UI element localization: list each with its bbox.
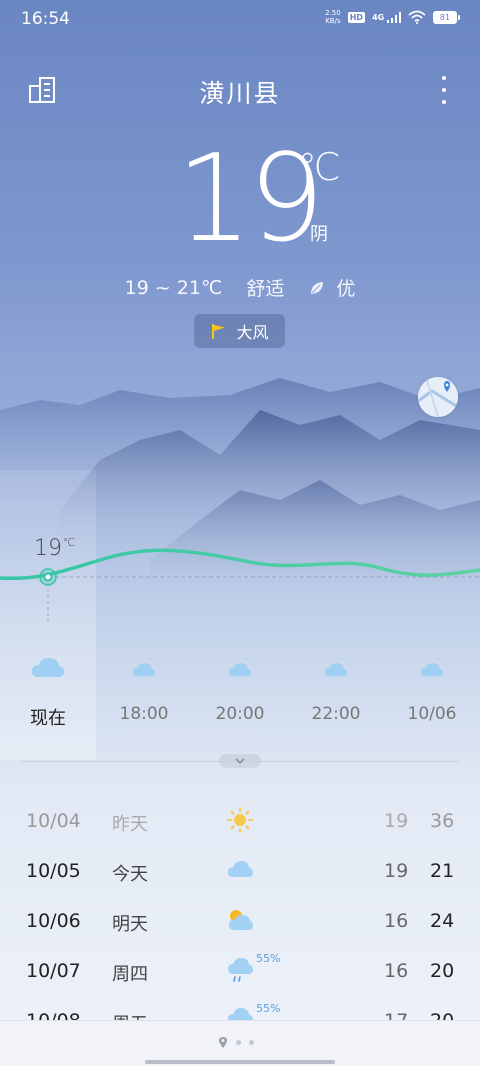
page-dot — [249, 1040, 254, 1045]
signal-label: 4G — [372, 12, 385, 22]
signal-icon: 4G — [372, 11, 401, 23]
precipitation-probability: 55% — [256, 1002, 281, 1015]
temp-range: 19 ~ 21℃ — [124, 276, 223, 299]
daily-day: 昨天 — [112, 814, 148, 835]
sun-icon — [227, 807, 253, 833]
more-button[interactable] — [438, 76, 450, 104]
weather-screen: 16:54 2.50 KB/s HD 4G 81 潢川县 19 ℃ 阴 19 ~… — [0, 0, 480, 1066]
chevron-down-icon — [235, 758, 245, 765]
air-quality[interactable]: 优 — [308, 274, 355, 301]
daily-date: 10/05 — [26, 860, 81, 882]
expand-handle[interactable] — [219, 754, 261, 768]
status-bar: 16:54 2.50 KB/s HD 4G 81 — [0, 0, 480, 36]
wifi-icon — [408, 10, 426, 24]
map-pin-icon — [418, 377, 458, 417]
cloud-icon — [32, 658, 64, 677]
weather-condition: 阴 — [310, 224, 328, 245]
precipitation-probability: 55% — [256, 952, 281, 965]
daily-low: 16 — [384, 910, 409, 932]
battery-icon: 81 — [433, 10, 460, 24]
daily-high: 24 — [430, 910, 455, 932]
location-pin-icon — [219, 1037, 227, 1048]
temperature-unit: ℃ — [298, 145, 341, 189]
rain-icon — [228, 958, 253, 982]
daily-low: 19 — [384, 810, 409, 832]
net-speed-unit: KB/s — [325, 17, 341, 25]
cloud-icon — [420, 663, 444, 677]
city-name[interactable]: 潢川县 — [0, 74, 480, 110]
cloud-icon — [228, 861, 253, 877]
status-icons: 2.50 KB/s HD 4G 81 — [325, 9, 460, 25]
daily-day: 明天 — [112, 914, 148, 935]
battery-level: 81 — [433, 10, 457, 24]
daily-low: 19 — [384, 860, 409, 882]
hour-label[interactable]: 18:00 — [96, 704, 192, 724]
hd-icon: HD — [347, 11, 366, 23]
comfort-level: 舒适 — [246, 278, 285, 300]
daily-date: 10/07 — [26, 960, 81, 982]
cloud-icon — [228, 663, 252, 677]
leaf-icon — [311, 281, 324, 294]
daily-high: 20 — [430, 960, 455, 982]
daily-date: 10/04 — [26, 810, 81, 832]
daily-row[interactable]: 10/06 明天 16 24 — [0, 902, 480, 942]
hour-label[interactable]: 10/06 — [384, 704, 480, 724]
hour-label-now[interactable]: 现在 — [0, 704, 96, 730]
hour-label[interactable]: 20:00 — [192, 704, 288, 724]
aqi-label: 优 — [336, 278, 356, 300]
now-temperature: 19℃ — [34, 536, 75, 561]
page-indicator — [218, 1036, 254, 1049]
cloud-icon — [324, 663, 348, 677]
daily-high: 36 — [430, 810, 455, 832]
daily-row[interactable]: 10/07 周四 55% 16 20 — [0, 952, 480, 992]
now-temp-unit: ℃ — [63, 536, 76, 549]
weather-alert-badge[interactable]: 大风 — [194, 314, 285, 348]
hourly-icons — [0, 655, 480, 685]
alert-label: 大风 — [236, 323, 269, 342]
flag-icon — [212, 324, 226, 339]
daily-date: 10/06 — [26, 910, 81, 932]
page-dot — [236, 1040, 241, 1045]
daily-day: 周四 — [112, 964, 148, 985]
hourly-labels: 现在 18:00 20:00 22:00 10/06 — [0, 704, 480, 730]
status-time: 16:54 — [21, 9, 70, 29]
daily-day: 今天 — [112, 864, 148, 885]
home-indicator[interactable] — [145, 1060, 335, 1064]
cloud-icon — [132, 663, 156, 677]
now-temp-value: 19 — [34, 536, 62, 561]
weather-summary: 19 ~ 21℃ 舒适 优 — [0, 274, 480, 301]
daily-low: 16 — [384, 960, 409, 982]
map-button[interactable] — [418, 377, 458, 417]
daily-high: 21 — [430, 860, 455, 882]
hour-label[interactable]: 22:00 — [288, 704, 384, 724]
network-speed: 2.50 KB/s — [325, 9, 341, 25]
partly-cloudy-icon — [229, 910, 253, 930]
net-speed-value: 2.50 — [325, 9, 341, 17]
daily-row[interactable]: 10/05 今天 19 21 — [0, 852, 480, 892]
daily-row[interactable]: 10/04 昨天 19 36 — [0, 802, 480, 842]
